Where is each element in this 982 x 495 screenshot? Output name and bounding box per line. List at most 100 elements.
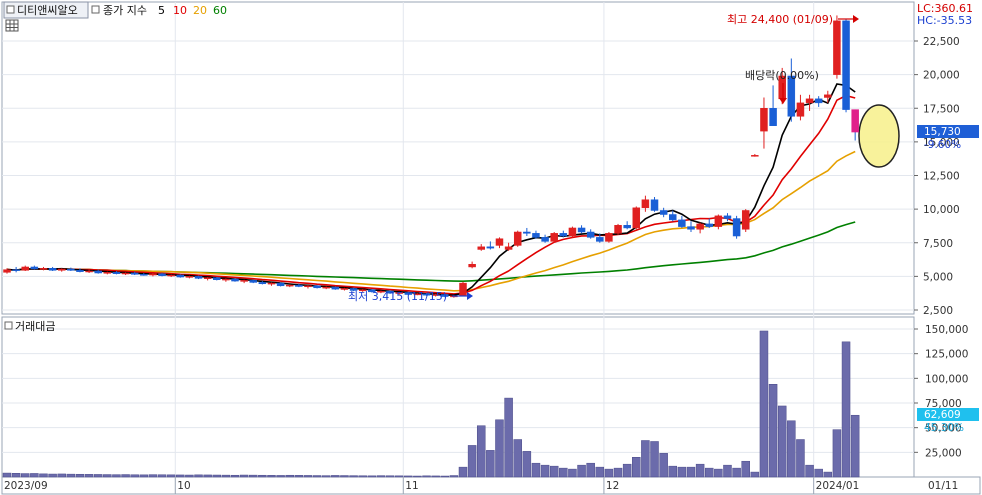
volume-bar	[549, 465, 559, 478]
volume-bar	[613, 467, 623, 478]
x-tick-label: 01/11	[928, 480, 958, 492]
volume-bar	[194, 474, 203, 478]
candle-body	[130, 272, 139, 275]
volume-bar	[586, 462, 595, 478]
volume-bar	[230, 474, 240, 478]
stock-chart: 22,50020,00017,50015,00012,50010,0007,50…	[1, 1, 981, 495]
candle-body	[486, 246, 495, 249]
candle-body	[231, 278, 239, 282]
candle-body	[495, 238, 504, 246]
volume-bar	[321, 475, 331, 478]
candle-body	[586, 231, 595, 238]
volume-bar	[668, 465, 678, 478]
volume-bar	[139, 474, 149, 478]
candle-body	[85, 270, 93, 273]
high-annotation-text: 최고 24,400 (01/09)	[727, 13, 833, 26]
candle-body	[12, 269, 20, 271]
volume-bar	[559, 467, 568, 478]
volume-bar	[440, 475, 450, 478]
volume-bar	[239, 474, 249, 478]
volume-bar	[358, 475, 367, 478]
volume-bar	[112, 474, 121, 478]
volume-tick-label: 25,000	[925, 447, 962, 459]
candle-body	[577, 227, 586, 233]
candle-body	[696, 223, 704, 230]
candle-body	[796, 102, 805, 117]
volume-bar	[385, 475, 395, 478]
candle-body	[176, 274, 185, 278]
volume-bar	[176, 474, 185, 478]
volume-bar	[130, 474, 139, 478]
ma5-label: 5	[158, 4, 165, 17]
last-volume-change-label: 45.30%	[924, 422, 964, 434]
volume-bar	[476, 425, 486, 478]
candle-body	[678, 219, 686, 227]
volume-bar	[741, 460, 750, 478]
candle-body	[48, 268, 57, 271]
volume-bar	[103, 474, 112, 478]
candle-body	[833, 20, 841, 75]
volume-bar	[30, 473, 39, 478]
volume-panel-checkbox[interactable]	[4, 321, 13, 330]
price-tick-label: 17,500	[923, 103, 960, 115]
volume-bar	[577, 464, 586, 478]
volume-bar	[677, 466, 687, 478]
volume-bar	[48, 473, 57, 478]
volume-bar	[595, 466, 605, 478]
price-panel-frame	[1, 1, 915, 315]
volume-bar	[540, 464, 550, 478]
candle-body	[751, 155, 759, 157]
candle-body	[568, 227, 577, 237]
volume-bar	[367, 475, 377, 478]
candle-body	[185, 276, 194, 278]
stock-name-checkbox[interactable]	[6, 5, 15, 14]
volume-bar	[522, 451, 532, 478]
candle-body	[842, 20, 850, 110]
volume-bar	[84, 474, 94, 478]
legend-checkbox[interactable]	[91, 5, 100, 14]
candle-body	[741, 210, 750, 230]
volume-bar	[312, 475, 322, 478]
candle-body	[468, 264, 476, 268]
volume-bar	[732, 467, 741, 478]
candle-body	[158, 273, 166, 276]
candle-body	[21, 266, 29, 271]
volume-bar	[349, 475, 358, 478]
candle-body	[851, 109, 859, 133]
volume-bar	[185, 474, 194, 478]
candle-body	[203, 277, 212, 279]
candle-body	[760, 108, 768, 132]
volume-bar	[650, 441, 659, 478]
volume-bar	[659, 453, 668, 478]
x-tick-label: 2023/09	[4, 480, 48, 492]
last-volume-label: 62,609	[924, 409, 961, 421]
volume-bar	[157, 474, 167, 478]
candle-body	[805, 98, 814, 104]
candle-body	[632, 207, 641, 229]
candle-body	[605, 233, 613, 242]
last-change-label: -9.60%	[924, 139, 961, 151]
candle-body	[331, 286, 340, 290]
price-tick-label: 22,500	[923, 36, 960, 48]
ma60-label: 60	[213, 4, 227, 17]
volume-bar	[20, 473, 30, 478]
candle-body	[623, 225, 631, 229]
grid-toggle-icon[interactable]	[5, 19, 19, 32]
volume-bar	[750, 471, 760, 478]
candle-body	[650, 199, 659, 211]
volume-bar	[66, 473, 76, 478]
volume-bar	[768, 384, 778, 478]
volume-bar	[57, 473, 66, 478]
volume-bar	[622, 463, 632, 478]
price-tick-label: 10,000	[923, 204, 960, 216]
volume-bar	[203, 474, 212, 478]
volume-bar	[39, 473, 48, 478]
price-tick-label: 20,000	[923, 70, 960, 82]
candle-body	[94, 270, 102, 274]
candle-body	[67, 268, 75, 271]
volume-bar	[704, 467, 714, 478]
candle-body	[787, 75, 796, 117]
volume-bar	[449, 475, 459, 478]
volume-bar	[695, 463, 705, 478]
legend-prefix: 종가 지수	[103, 4, 147, 17]
